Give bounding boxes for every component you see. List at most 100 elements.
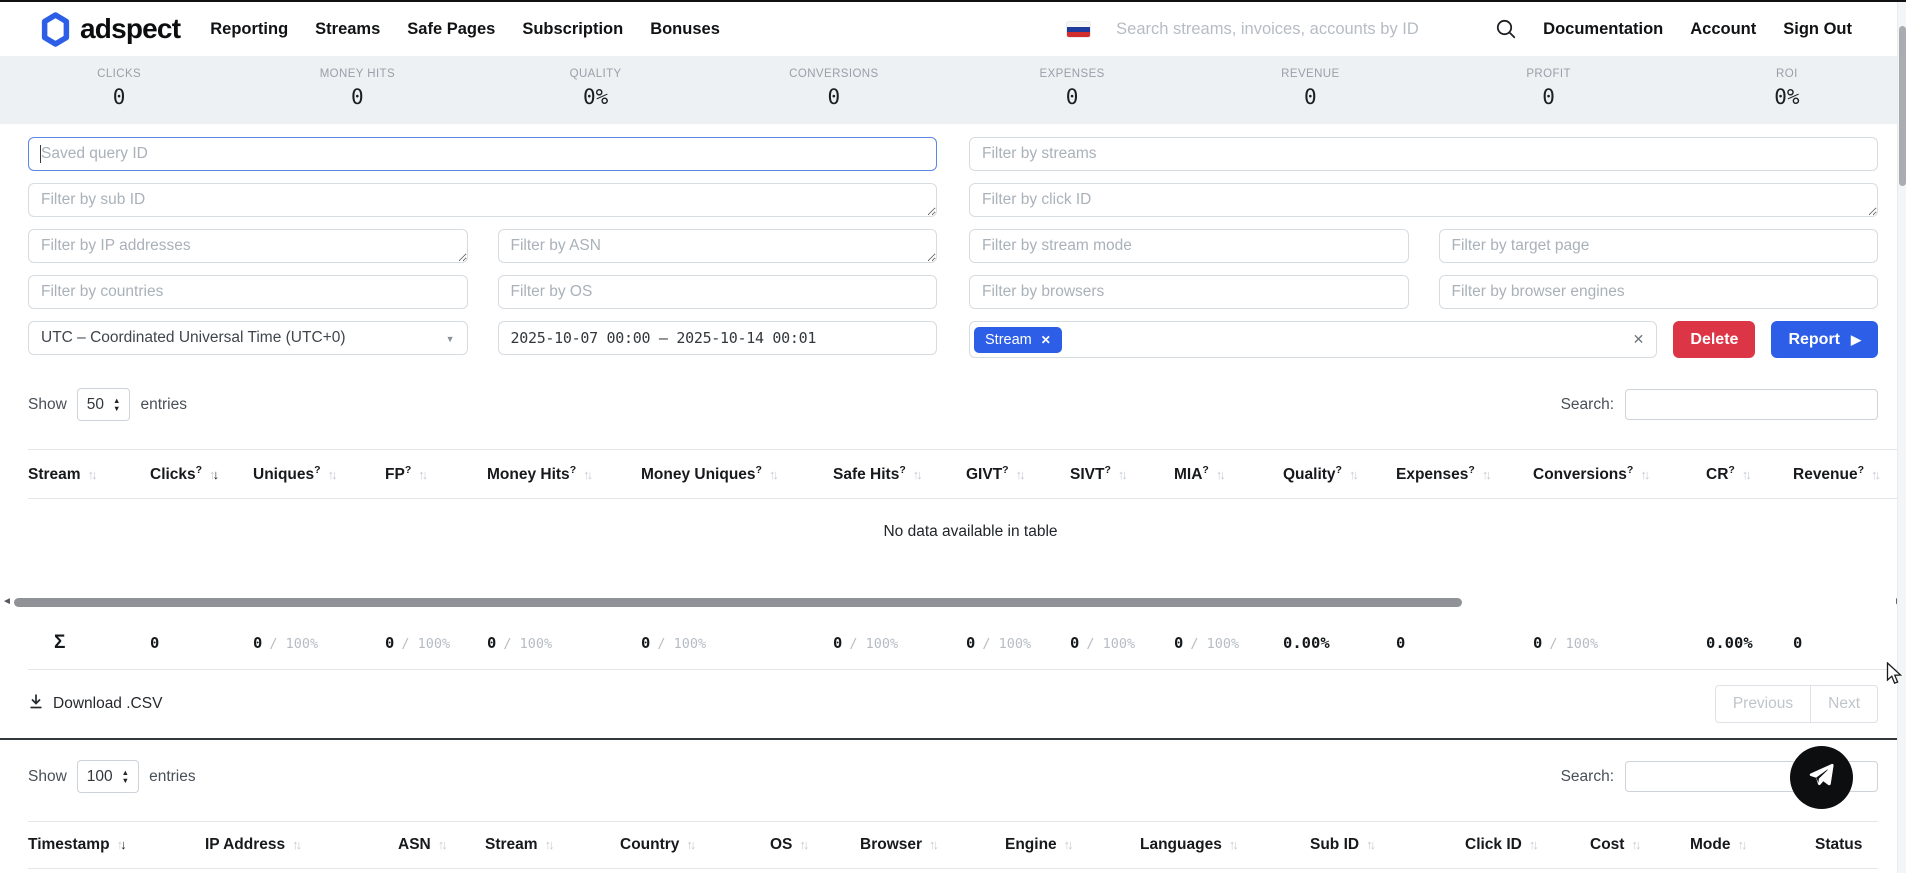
timezone-select[interactable]: UTC – Coordinated Universal Time (UTC+0) [28,321,468,355]
column-header-sub-id[interactable]: Sub ID [1310,822,1465,869]
sort-icon [418,466,428,484]
sort-icon [545,836,555,854]
filter-click-id-textarea[interactable] [969,183,1878,217]
filter-browser-engines-input[interactable] [1439,275,1879,309]
column-header-givt[interactable]: GIVT? [966,450,1070,499]
column-header-country[interactable]: Country [620,822,770,869]
totals-money-hits: 0/ 100% [487,617,641,670]
nav-item-streams[interactable]: Streams [315,20,380,39]
nav-item-safe-pages[interactable]: Safe Pages [407,20,495,39]
stat-profit: PROFIT0 [1430,68,1668,109]
totals-quality: 0.00% [1283,617,1396,670]
brand-text: adspect [80,13,180,45]
next-page-button[interactable]: Next [1810,685,1878,723]
filter-sub-id-textarea[interactable] [28,183,937,217]
filter-os-input[interactable] [498,275,938,309]
clear-filters-icon[interactable] [1633,331,1645,349]
column-header-safe-hits[interactable]: Safe Hits? [833,450,966,499]
delete-button[interactable]: Delete [1673,321,1755,358]
column-header-expenses[interactable]: Expenses? [1396,450,1533,499]
nav-item-sign-out[interactable]: Sign Out [1783,20,1852,39]
column-header-engine[interactable]: Engine [1005,822,1140,869]
column-header-conversions[interactable]: Conversions? [1533,450,1706,499]
column-header-mode[interactable]: Mode [1690,822,1815,869]
column-header-stream[interactable]: Stream [28,450,150,499]
column-header-timestamp[interactable]: Timestamp [28,822,205,869]
column-header-clicks[interactable]: Clicks? [150,450,253,499]
column-header-status[interactable]: Status [1815,822,1878,869]
totals-money-uniques: 0/ 100% [641,617,833,670]
totals-table: Σ 0 0/ 100% 0/ 100% 0/ 100% 0/ 100% 0/ 1… [28,617,1906,670]
column-header-os[interactable]: OS [770,822,860,869]
horizontal-scrollbar[interactable] [2,597,1904,607]
stream-filter-tag[interactable]: Stream [974,327,1062,353]
filter-asn-textarea[interactable] [498,229,938,263]
column-header-cost[interactable]: Cost [1590,822,1690,869]
column-header-money-uniques[interactable]: Money Uniques? [641,450,833,499]
column-header-mia[interactable]: MIA? [1174,450,1283,499]
vertical-scrollbar-thumb[interactable] [1899,26,1906,186]
section-divider [0,738,1906,740]
russian-flag-icon[interactable] [1067,22,1090,37]
chevron-down-icon [446,329,455,347]
sort-icon [438,836,448,854]
filter-browsers-input[interactable] [969,275,1409,309]
report-table-search-input[interactable] [1625,389,1878,420]
sort-icon [686,836,696,854]
column-header-sivt[interactable]: SIVT? [1070,450,1174,499]
filter-streams-input[interactable] [969,137,1878,171]
vertical-scrollbar[interactable] [1897,2,1906,873]
filter-ip-addresses-textarea[interactable] [28,229,468,263]
column-header-cr[interactable]: CR? [1706,450,1793,499]
adspect-logo[interactable]: adspect [40,12,180,47]
entries-label: entries [140,396,187,414]
column-header-fp[interactable]: FP? [385,450,487,499]
date-range-input[interactable]: 2025-10-07 00:00 – 2025-10-14 00:01 [498,321,938,355]
download-csv-link[interactable]: Download .CSV [28,693,162,715]
column-header-uniques[interactable]: Uniques? [253,450,385,499]
search-icon[interactable] [1495,18,1517,40]
filter-stream-mode-input[interactable] [969,229,1409,263]
global-search-input[interactable] [1116,20,1471,39]
sort-icon [117,836,127,854]
telegram-button[interactable] [1790,746,1853,809]
sort-icon [913,466,923,484]
empty-table-row: No data available in table [28,499,1906,570]
selected-filters-box[interactable]: Stream [969,321,1657,358]
previous-page-button[interactable]: Previous [1715,685,1811,723]
spinner-arrows-icon [122,769,129,785]
report-button[interactable]: Report [1771,321,1878,358]
download-icon [28,693,44,715]
column-header-asn[interactable]: ASN [398,822,485,869]
horizontal-scrollbar-thumb[interactable] [14,598,1462,607]
no-data-message: No data available in table [28,499,1906,570]
column-header-browser[interactable]: Browser [860,822,1005,869]
page-size-select[interactable]: 100 [77,760,139,793]
totals-safe-hits: 0/ 100% [833,617,966,670]
remove-tag-icon[interactable] [1041,332,1051,348]
column-header-click-id[interactable]: Click ID [1465,822,1590,869]
column-header-revenue[interactable]: Revenue? [1793,450,1906,499]
filter-target-page-input[interactable] [1439,229,1879,263]
saved-query-id-input[interactable] [28,137,937,171]
column-header-stream[interactable]: Stream [485,822,620,869]
nav-item-subscription[interactable]: Subscription [522,20,623,39]
nav-item-bonuses[interactable]: Bonuses [650,20,720,39]
column-header-money-hits[interactable]: Money Hits? [487,450,641,499]
totals-givt: 0/ 100% [966,617,1070,670]
top-navbar: adspect Reporting Streams Safe Pages Sub… [0,2,1906,56]
sort-icon [1216,466,1226,484]
column-header-languages[interactable]: Languages [1140,822,1310,869]
nav-item-reporting[interactable]: Reporting [210,20,288,39]
totals-expenses: 0 [1396,617,1533,670]
nav-item-documentation[interactable]: Documentation [1543,20,1663,39]
nav-item-account[interactable]: Account [1690,20,1756,39]
page-size-select[interactable]: 50 [77,388,131,421]
telegram-plane-icon [1808,762,1836,793]
filter-countries-input[interactable] [28,275,468,309]
sort-icon [1366,836,1376,854]
column-header-quality[interactable]: Quality? [1283,450,1396,499]
column-header-ip-address[interactable]: IP Address [205,822,398,869]
totals-uniques: 0/ 100% [253,617,385,670]
scroll-left-icon[interactable] [2,597,12,607]
